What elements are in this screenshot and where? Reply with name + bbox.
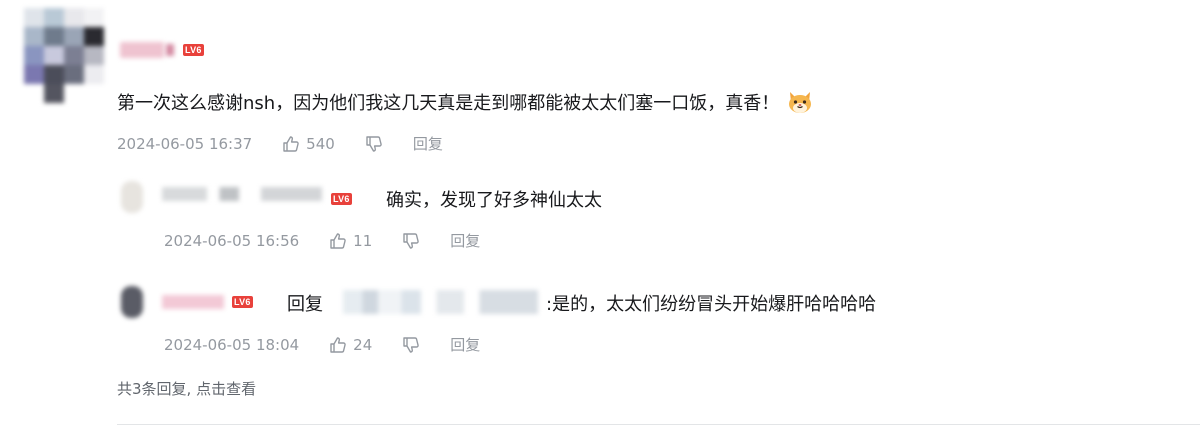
- reply-avatar[interactable]: [121, 286, 143, 318]
- mentioned-username[interactable]: [343, 290, 538, 314]
- reply-timestamp: 2024-06-05 16:56: [164, 231, 300, 250]
- comment-meta: 2024-06-05 16:37 540 回复: [117, 133, 443, 154]
- reply-button[interactable]: 回复: [450, 334, 480, 355]
- cat-emoji-icon: [787, 90, 813, 114]
- reply-text: :是的，太太们纷纷冒头开始爆肝哈哈哈哈: [546, 294, 877, 315]
- thumb-up-icon: [329, 232, 347, 250]
- like-button[interactable]: 540: [282, 135, 335, 153]
- reply-text: 确实，发现了好多神仙太太: [386, 190, 602, 211]
- thumb-down-icon: [402, 336, 420, 354]
- reply-meta: 2024-06-05 16:56 11 回复: [164, 230, 480, 251]
- view-more-replies-link[interactable]: 共3条回复, 点击查看: [117, 378, 256, 399]
- thumb-up-icon: [282, 135, 300, 153]
- reply-username[interactable]: [162, 187, 322, 201]
- thumb-down-icon: [365, 135, 383, 153]
- divider: [117, 424, 1200, 425]
- like-count: 24: [353, 335, 373, 354]
- like-button[interactable]: 11: [329, 232, 372, 250]
- username: [166, 44, 174, 56]
- avatar[interactable]: [24, 8, 104, 104]
- like-button[interactable]: 24: [329, 336, 372, 354]
- username[interactable]: [120, 42, 164, 58]
- thumb-down-icon: [402, 232, 420, 250]
- reply-meta: 2024-06-05 18:04 24 回复: [164, 334, 480, 355]
- reply-avatar[interactable]: [121, 181, 143, 213]
- reply-button[interactable]: 回复: [413, 133, 443, 154]
- like-count: 540: [306, 134, 335, 153]
- level-badge: LV6: [183, 44, 204, 56]
- reply-button[interactable]: 回复: [450, 230, 480, 251]
- comment-content: 第一次这么感谢nsh，因为他们我这几天真是走到哪都能被太太们塞一口饭，真香！: [117, 89, 813, 115]
- level-badge: LV6: [232, 296, 253, 308]
- dislike-button[interactable]: [365, 135, 383, 153]
- comment-text: 第一次这么感谢nsh，因为他们我这几天真是走到哪都能被太太们塞一口饭，真香！: [117, 93, 780, 114]
- reply-timestamp: 2024-06-05 18:04: [164, 335, 300, 354]
- dislike-button[interactable]: [402, 336, 420, 354]
- comment-timestamp: 2024-06-05 16:37: [117, 134, 253, 153]
- thumb-up-icon: [329, 336, 347, 354]
- like-count: 11: [353, 231, 373, 250]
- reply-username[interactable]: [162, 295, 224, 309]
- level-badge: LV6: [331, 193, 352, 205]
- dislike-button[interactable]: [402, 232, 420, 250]
- reply-prefix: 回复: [287, 294, 323, 315]
